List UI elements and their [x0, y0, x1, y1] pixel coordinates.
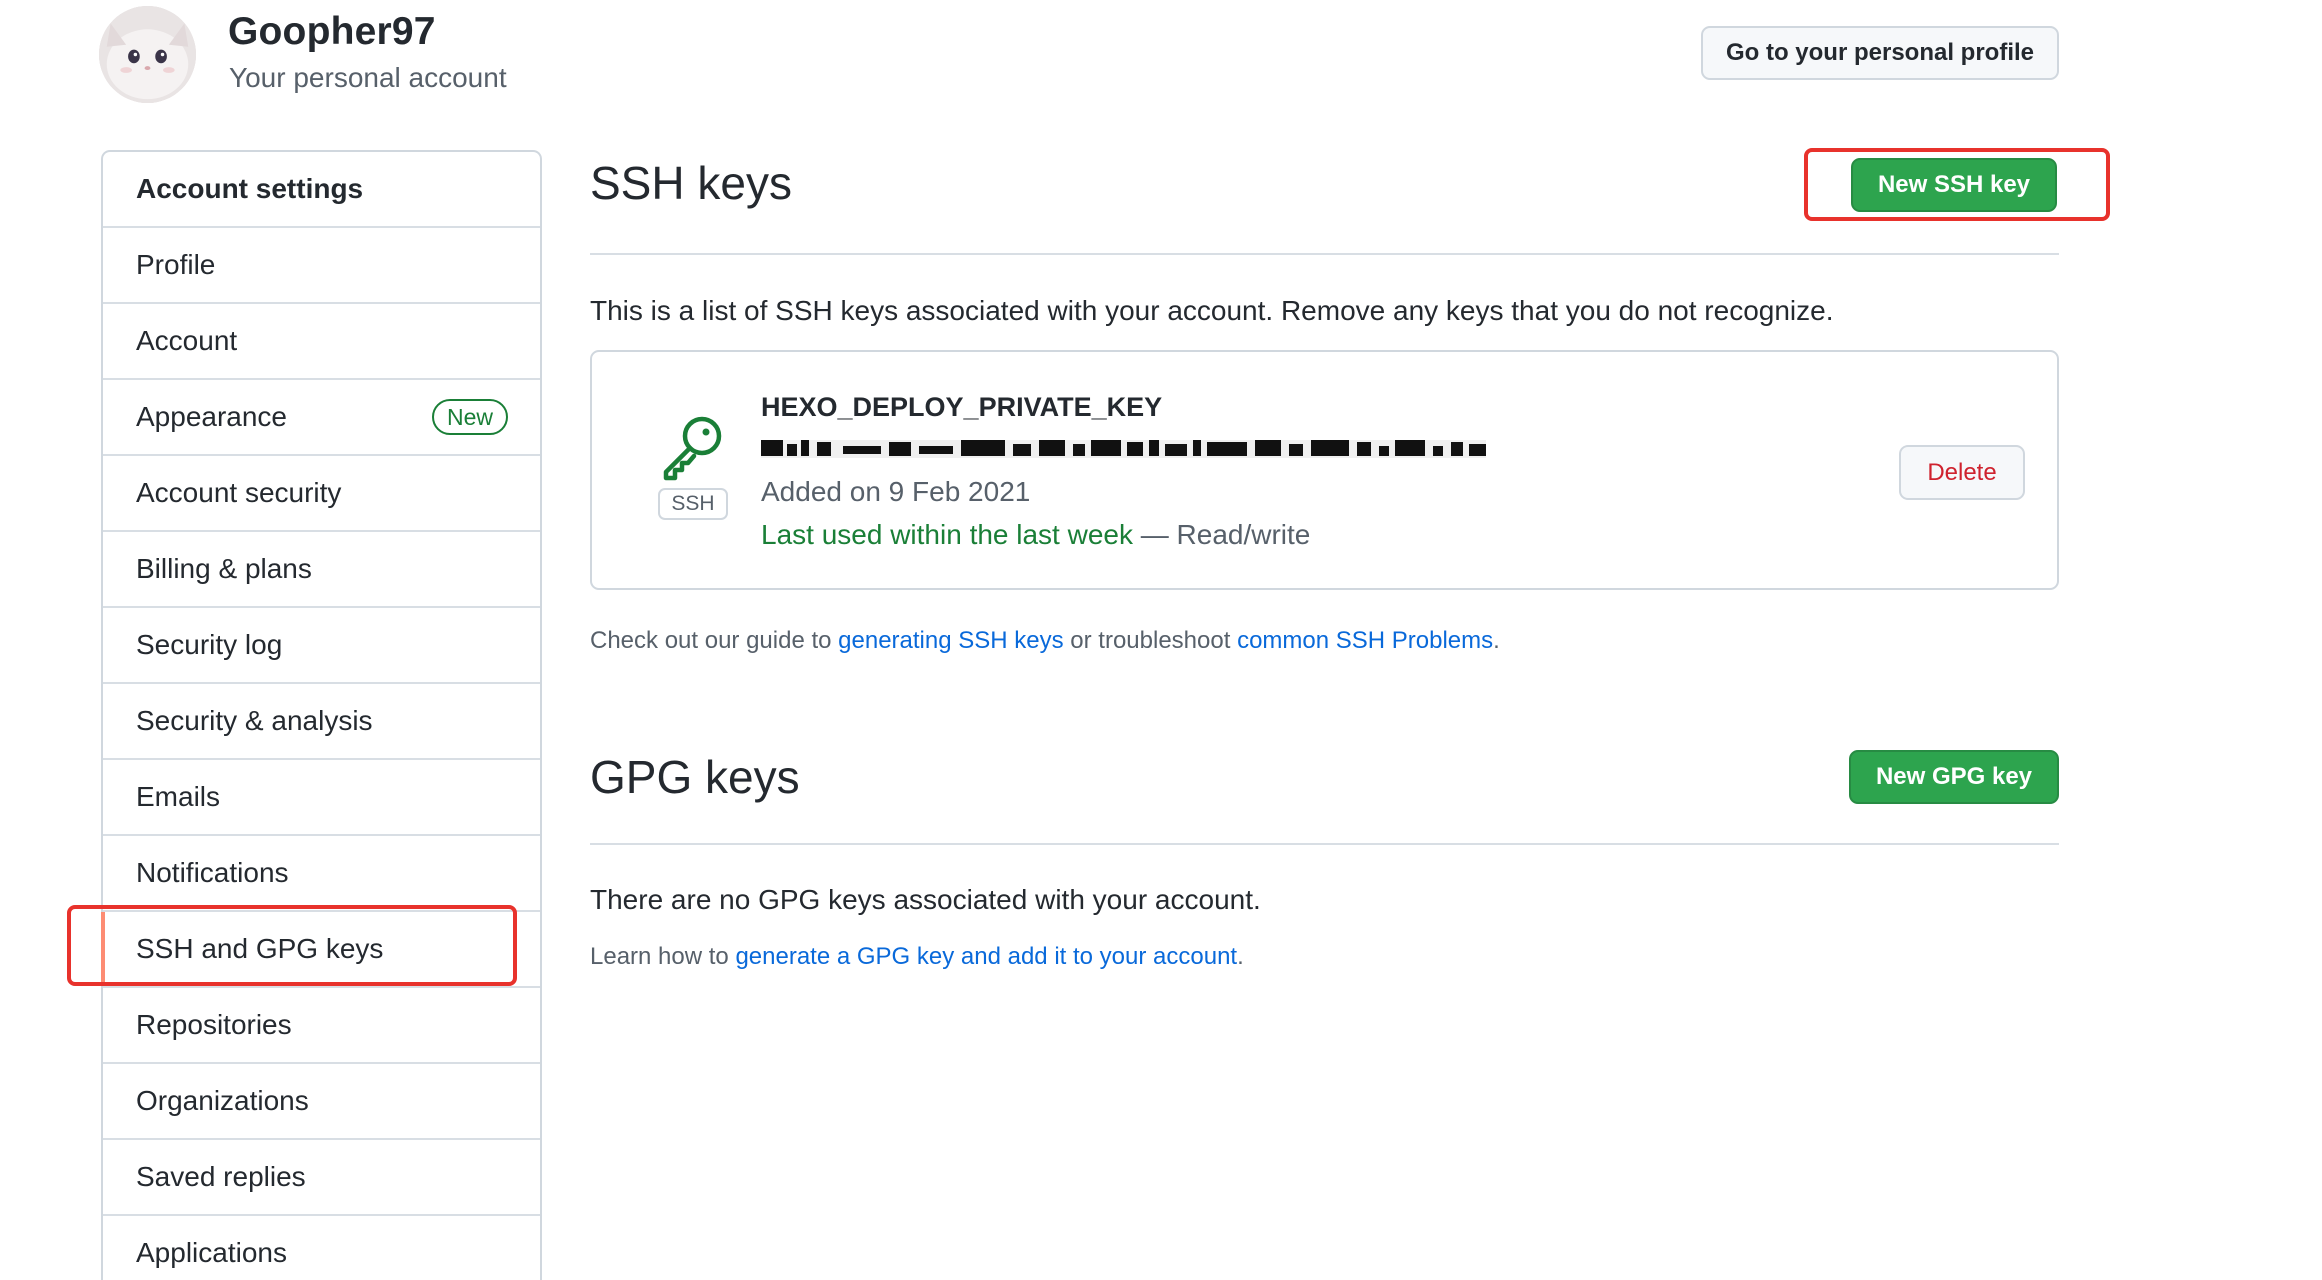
sidebar-item-label: Saved replies	[136, 1161, 306, 1192]
sidebar-item-label: Repositories	[136, 1009, 292, 1040]
ssh-key-name: HEXO_DEPLOY_PRIVATE_KEY	[761, 392, 1163, 422]
ssh-key-added-date: Added on 9 Feb 2021	[761, 476, 1031, 507]
sidebar-item-label: SSH and GPG keys	[136, 933, 384, 964]
ssh-keys-title: SSH keys	[590, 157, 792, 209]
sidebar-item-appearance[interactable]: Appearance New	[103, 380, 540, 456]
settings-page: Goopher97 Your personal account Go to yo…	[0, 0, 2322, 1280]
ssh-key-last-used: Last used within the last week	[761, 519, 1133, 550]
new-badge: New	[431, 399, 508, 435]
new-ssh-key-button[interactable]: New SSH key	[1851, 158, 2057, 212]
sidebar-item-security-log[interactable]: Security log	[103, 608, 540, 684]
sidebar-item-label: Profile	[136, 249, 216, 280]
ssh-type-label: SSH	[658, 488, 728, 520]
sidebar-heading: Account settings	[103, 152, 540, 228]
sidebar-item-label: Applications	[136, 1237, 287, 1268]
sidebar-item-applications[interactable]: Applications	[103, 1216, 540, 1280]
sidebar-item-profile[interactable]: Profile	[103, 228, 540, 304]
ssh-guide-suffix: .	[1493, 627, 1500, 654]
sidebar-item-billing[interactable]: Billing & plans	[103, 532, 540, 608]
sidebar-item-account-security[interactable]: Account security	[103, 456, 540, 532]
avatar-image	[99, 6, 196, 103]
sidebar-item-ssh-gpg-keys[interactable]: SSH and GPG keys	[101, 912, 540, 988]
sidebar-item-label: Organizations	[136, 1085, 309, 1116]
sidebar-item-security-analysis[interactable]: Security & analysis	[103, 684, 540, 760]
sidebar-item-account[interactable]: Account	[103, 304, 540, 380]
go-to-profile-button[interactable]: Go to your personal profile	[1701, 26, 2059, 80]
sidebar-item-label: Security & analysis	[136, 705, 373, 736]
sidebar-item-label: Appearance	[136, 401, 288, 432]
gpg-keys-title: GPG keys	[590, 751, 800, 803]
ssh-guide-middle: or troubleshoot	[1063, 627, 1238, 654]
delete-ssh-key-button[interactable]: Delete	[1899, 445, 2025, 500]
ssh-divider	[590, 253, 2059, 255]
sidebar-item-label: Security log	[136, 629, 283, 660]
sidebar-item-label: Account	[136, 325, 238, 356]
account-type-label: Your personal account	[229, 62, 507, 93]
sidebar-item-label: Notifications	[136, 857, 289, 888]
sidebar-item-label: Emails	[136, 781, 221, 812]
ssh-key-fingerprint-redacted	[761, 436, 1486, 462]
sidebar-item-emails[interactable]: Emails	[103, 760, 540, 836]
new-gpg-key-button[interactable]: New GPG key	[1849, 750, 2059, 804]
sidebar-item-organizations[interactable]: Organizations	[103, 1064, 540, 1140]
gpg-divider	[590, 843, 2059, 845]
sidebar-item-label: Billing & plans	[136, 553, 312, 584]
gpg-learn-prefix: Learn how to	[590, 943, 736, 970]
gpg-learn-text: Learn how to generate a GPG key and add …	[590, 943, 1244, 971]
ssh-guide-prefix: Check out our guide to	[590, 627, 839, 654]
sidebar-item-notifications[interactable]: Notifications	[103, 836, 540, 912]
sidebar-item-repositories[interactable]: Repositories	[103, 988, 540, 1064]
gpg-empty-text: There are no GPG keys associated with yo…	[590, 884, 1261, 915]
sidebar-item-saved-replies[interactable]: Saved replies	[103, 1140, 540, 1216]
ssh-guide-text: Check out our guide to generating SSH ke…	[590, 627, 1500, 655]
ssh-key-usage: Last used within the last week — Read/wr…	[761, 519, 1310, 551]
ssh-key-access: Read/write	[1176, 519, 1311, 550]
username: Goopher97	[228, 10, 436, 53]
gpg-learn-suffix: .	[1237, 943, 1244, 970]
key-icon	[663, 416, 722, 481]
settings-sidebar: Account settings Profile Account Appeara…	[101, 150, 542, 1280]
ssh-key-usage-separator: —	[1132, 519, 1177, 550]
avatar[interactable]	[99, 6, 196, 103]
ssh-key-card: SSH HEXO_DEPLOY_PRIVATE_KEY Added on 9 F…	[590, 350, 2059, 590]
ssh-description: This is a list of SSH keys associated wi…	[590, 295, 1834, 326]
sidebar-item-label: Account security	[136, 477, 342, 508]
generating-ssh-keys-link[interactable]: generating SSH keys	[838, 627, 1063, 654]
generate-gpg-key-link[interactable]: generate a GPG key and add it to your ac…	[735, 943, 1237, 970]
common-ssh-problems-link[interactable]: common SSH Problems	[1237, 627, 1493, 654]
